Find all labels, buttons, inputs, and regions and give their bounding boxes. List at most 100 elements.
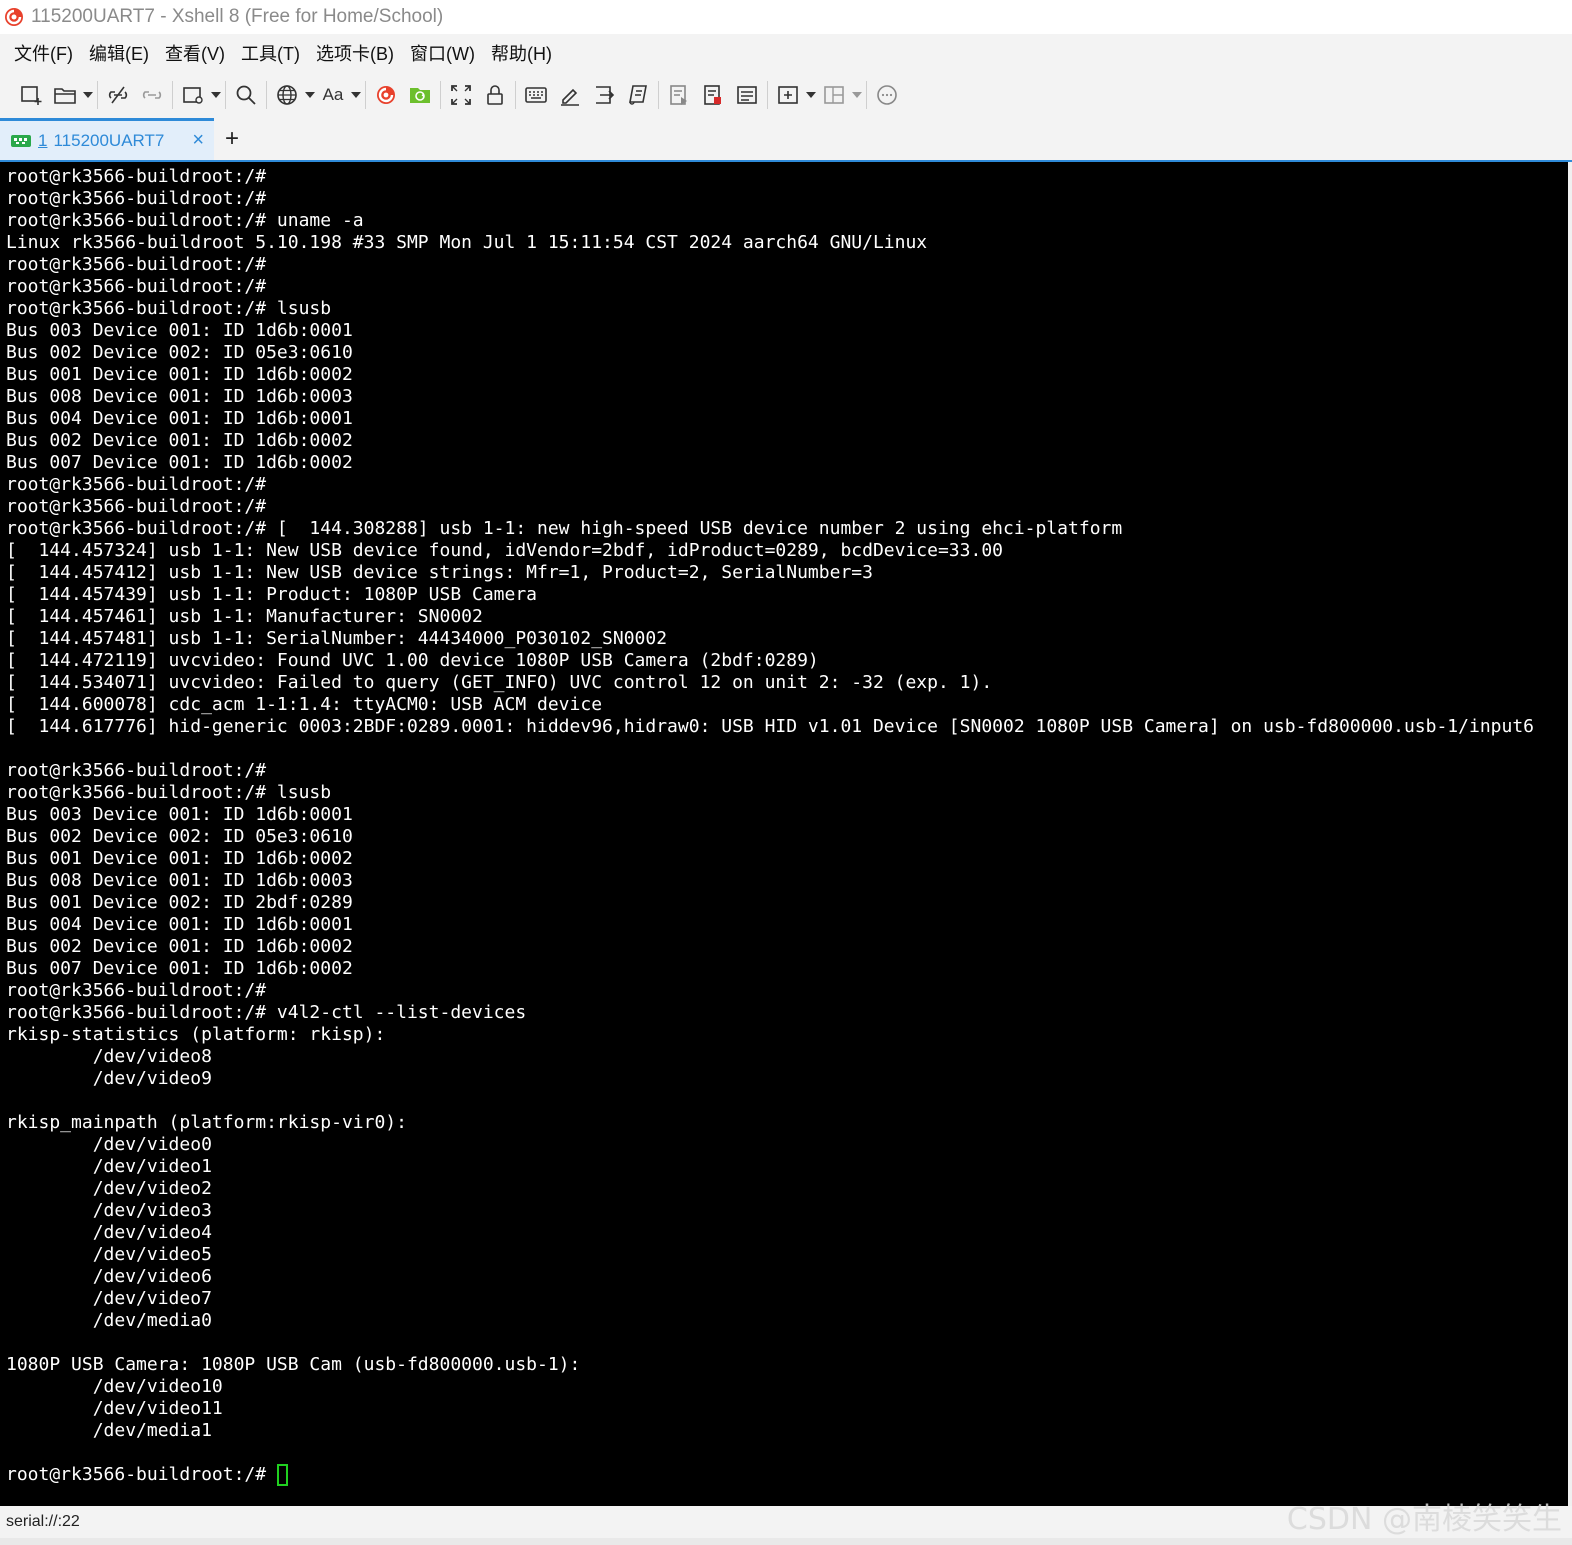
terminal-line: root@rk3566-buildroot:/# (6, 276, 267, 297)
new-tab-button[interactable]: + (214, 118, 250, 160)
terminal-line: [ 144.457324] usb 1-1: New USB device fo… (6, 540, 1003, 561)
tab-bar: 1 115200UART7 × + (0, 118, 1572, 162)
stop-icon (704, 85, 721, 105)
compose-button[interactable] (553, 78, 587, 112)
title-bar: 115200UART7 - Xshell 8 (Free for Home/Sc… (0, 0, 1572, 34)
terminal-line: /dev/video2 (6, 1178, 212, 1199)
toolbar: Aa (0, 72, 1572, 118)
toolbar-separator (658, 81, 659, 109)
terminal-output[interactable]: root@rk3566-buildroot:/# root@rk3566-buil… (0, 162, 1568, 1506)
toolbar-separator (515, 81, 516, 109)
log-stop-button[interactable] (696, 78, 730, 112)
toolbar-separator (225, 81, 226, 109)
xftp-icon (410, 88, 430, 103)
reconnect-button[interactable] (135, 78, 169, 112)
new-session-button[interactable] (14, 78, 48, 112)
menu-tools[interactable]: 工具(T) (233, 40, 308, 66)
menu-window[interactable]: 窗口(W) (402, 40, 483, 66)
terminal-line: Bus 002 Device 001: ID 1d6b:0002 (6, 430, 353, 451)
xshell-button[interactable] (369, 78, 403, 112)
terminal-line: rkisp_mainpath (platform:rkisp-vir0): (6, 1112, 407, 1133)
terminal-line: Bus 003 Device 001: ID 1d6b:0001 (6, 320, 353, 341)
toolbar-separator (440, 81, 441, 109)
terminal-line: [ 144.457461] usb 1-1: Manufacturer: SN0… (6, 606, 483, 627)
xshell-logo-icon (377, 86, 395, 104)
chat-button[interactable] (870, 78, 904, 112)
keyboard-icon (525, 87, 547, 103)
terminal-line: Bus 001 Device 001: ID 1d6b:0002 (6, 848, 353, 869)
globe-icon (277, 85, 297, 105)
encoding-dropdown[interactable] (304, 78, 316, 112)
encoding-button[interactable] (270, 78, 304, 112)
terminal-line: root@rk3566-buildroot:/# (6, 1464, 1568, 1486)
terminal-line: /dev/media1 (6, 1420, 212, 1441)
terminal-line: root@rk3566-buildroot:/# (6, 496, 267, 517)
terminal-line: root@rk3566-buildroot:/# uname -a (6, 210, 364, 231)
new-window-button[interactable] (176, 78, 210, 112)
terminal-line: root@rk3566-buildroot:/# (6, 166, 267, 187)
open-dropdown[interactable] (82, 78, 94, 112)
add-dropdown[interactable] (805, 78, 817, 112)
search-icon (236, 85, 256, 105)
xftp-button[interactable] (403, 78, 437, 112)
terminal-line: [ 144.600078] cdc_acm 1-1:1.4: ttyACM0: … (6, 694, 603, 715)
terminal-line: Bus 007 Device 001: ID 1d6b:0002 (6, 958, 353, 979)
menu-edit[interactable]: 编辑(E) (81, 40, 157, 66)
terminal-line: root@rk3566-buildroot:/# (6, 188, 267, 209)
layout-icon (824, 86, 844, 104)
menu-help[interactable]: 帮助(H) (483, 40, 560, 66)
script-button[interactable] (621, 78, 655, 112)
toolbar-separator (266, 81, 267, 109)
transfer-button[interactable] (587, 78, 621, 112)
connection-status: serial://:22 (6, 1513, 80, 1530)
menu-tabs[interactable]: 选项卡(B) (308, 40, 402, 66)
new-window-dropdown[interactable] (210, 78, 222, 112)
layout-button[interactable] (817, 78, 851, 112)
terminal-line: /dev/video10 (6, 1376, 223, 1397)
terminal-line: root@rk3566-buildroot:/# [ 144.308288] u… (6, 518, 1123, 539)
open-button[interactable] (48, 78, 82, 112)
terminal-line: /dev/video1 (6, 1156, 212, 1177)
window-bottom-edge (0, 1538, 1572, 1545)
window-title: 115200UART7 - Xshell 8 (Free for Home/Sc… (31, 6, 444, 27)
lock-button[interactable] (478, 78, 512, 112)
pen-icon (561, 88, 579, 106)
keyboard-button[interactable] (519, 78, 553, 112)
log-icon (670, 85, 687, 105)
font-icon: Aa (322, 85, 344, 104)
toolbar-separator (365, 81, 366, 109)
tab-number: 1 (38, 130, 48, 150)
terminal-line: /dev/video8 (6, 1046, 212, 1067)
menu-view[interactable]: 查看(V) (157, 40, 233, 66)
terminal-line: [ 144.457481] usb 1-1: SerialNumber: 444… (6, 628, 668, 649)
layout-dropdown[interactable] (851, 78, 863, 112)
font-dropdown[interactable] (350, 78, 362, 112)
terminal-line: /dev/video7 (6, 1288, 212, 1309)
disconnect-button[interactable] (101, 78, 135, 112)
log-start-button[interactable] (662, 78, 696, 112)
terminal-line: Linux rk3566-buildroot 5.10.198 #33 SMP … (6, 232, 928, 253)
font-button[interactable]: Aa (316, 78, 350, 112)
fullscreen-button[interactable] (444, 78, 478, 112)
terminal-line: /dev/video3 (6, 1200, 212, 1221)
xshell-logo-icon (5, 8, 23, 26)
terminal-line: [ 144.617776] hid-generic 0003:2BDF:0289… (6, 716, 1535, 737)
notes-button[interactable] (730, 78, 764, 112)
terminal-line: root@rk3566-buildroot:/# (6, 474, 267, 495)
add-button[interactable] (771, 78, 805, 112)
terminal-line: /dev/video0 (6, 1134, 212, 1155)
reconnect-icon (142, 91, 162, 99)
terminal-line: root@rk3566-buildroot:/# lsusb (6, 298, 332, 319)
terminal-line: Bus 002 Device 001: ID 1d6b:0002 (6, 936, 353, 957)
terminal-scrollbar[interactable] (1568, 162, 1572, 1506)
find-button[interactable] (229, 78, 263, 112)
menu-file[interactable]: 文件(F) (6, 40, 81, 66)
chevron-down-icon (806, 92, 816, 98)
terminal-line: /dev/video6 (6, 1266, 212, 1287)
serial-port-icon (11, 134, 31, 147)
tab-close-button[interactable]: × (192, 129, 204, 152)
tab-session[interactable]: 1 115200UART7 × (0, 118, 214, 160)
